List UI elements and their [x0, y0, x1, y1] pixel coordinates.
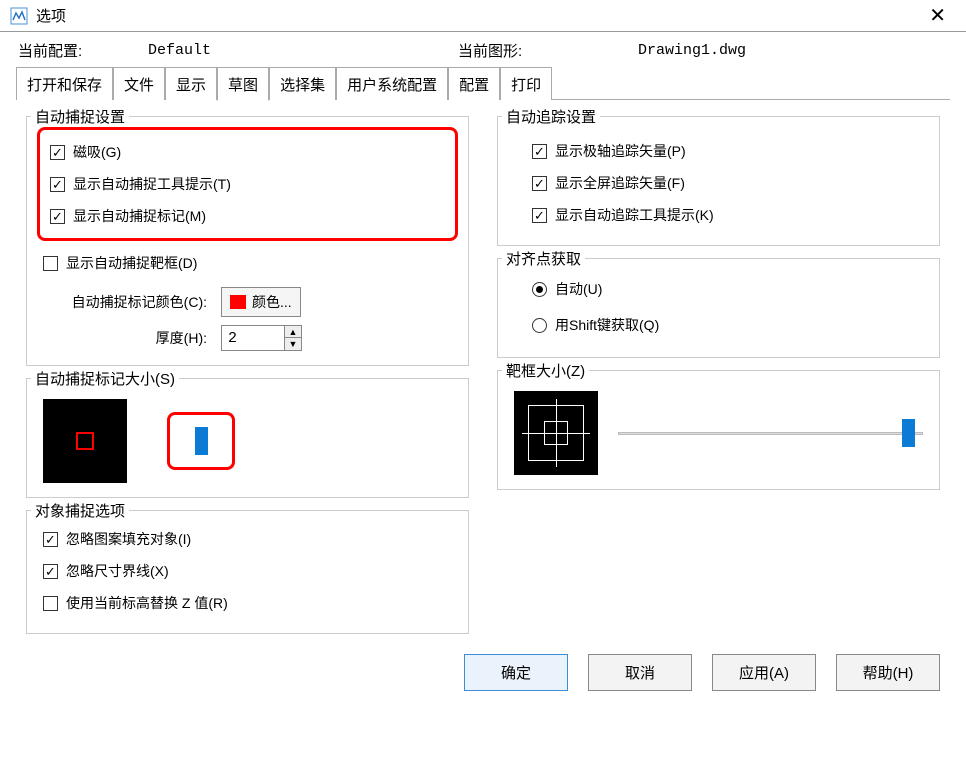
ignore-dim-label: 忽略尺寸界线(X) [66, 561, 169, 581]
replace-z-label: 使用当前标高替换 Z 值(R) [66, 593, 228, 613]
autosnap-aperture-checkbox[interactable] [43, 256, 58, 271]
aperture-size-group: 靶框大小(Z) [497, 370, 940, 490]
tab-file[interactable]: 文件 [113, 67, 165, 100]
aperture-size-slider[interactable] [618, 421, 923, 445]
tab-open-save[interactable]: 打开和保存 [16, 67, 113, 100]
aperture-size-preview [514, 391, 598, 475]
magnet-checkbox[interactable] [50, 145, 65, 160]
marker-size-slider[interactable] [200, 429, 202, 453]
autosnap-tooltip-label: 显示自动捕捉工具提示(T) [73, 174, 231, 194]
help-button[interactable]: 帮助(H) [836, 654, 940, 691]
autotrack-tooltip-checkbox[interactable] [532, 208, 547, 223]
current-profile-label: 当前配置: [18, 40, 108, 61]
close-icon[interactable]: ✕ [919, 0, 956, 32]
highlighted-marker-slider [167, 412, 235, 470]
polar-track-label: 显示极轴追踪矢量(P) [555, 141, 686, 161]
alignment-group: 对齐点获取 自动(U) 用Shift键获取(Q) [497, 258, 940, 358]
autotrack-legend: 自动追踪设置 [502, 106, 600, 127]
window-title: 选项 [36, 5, 66, 26]
osnap-options-group: 对象捕捉选项 忽略图案填充对象(I) 忽略尺寸界线(X) 使用当前标高替换 Z … [26, 510, 469, 634]
tabs: 打开和保存 文件 显示 草图 选择集 用户系统配置 配置 打印 [0, 67, 966, 100]
ignore-hatch-checkbox[interactable] [43, 532, 58, 547]
autosnap-marker-label: 显示自动捕捉标记(M) [73, 206, 206, 226]
tab-sketch[interactable]: 草图 [217, 67, 269, 101]
tab-display[interactable]: 显示 [165, 67, 217, 100]
alignment-auto-radio[interactable] [532, 282, 547, 297]
marker-size-group: 自动捕捉标记大小(S) [26, 378, 469, 498]
aperture-grid-icon [522, 399, 590, 467]
slider-thumb-icon[interactable] [195, 427, 208, 455]
ok-button[interactable]: 确定 [464, 654, 568, 691]
color-btn-label: 颜色... [252, 292, 292, 312]
fullscreen-track-checkbox[interactable] [532, 176, 547, 191]
alignment-auto-label: 自动(U) [555, 279, 602, 299]
magnet-label: 磁吸(G) [73, 142, 121, 162]
tab-print[interactable]: 打印 [500, 67, 552, 100]
fullscreen-track-label: 显示全屏追踪矢量(F) [555, 173, 685, 193]
apply-button[interactable]: 应用(A) [712, 654, 816, 691]
thickness-down-icon[interactable]: ▼ [285, 338, 301, 350]
marker-size-legend: 自动捕捉标记大小(S) [31, 368, 179, 389]
marker-size-preview [43, 399, 127, 483]
slider-thumb-icon[interactable] [902, 419, 915, 447]
autotrack-tooltip-label: 显示自动追踪工具提示(K) [555, 205, 714, 225]
polar-track-checkbox[interactable] [532, 144, 547, 159]
current-profile-value: Default [148, 42, 428, 59]
cancel-button[interactable]: 取消 [588, 654, 692, 691]
marker-color-label: 自动捕捉标记颜色(C): [43, 292, 213, 312]
autosnap-aperture-label: 显示自动捕捉靶框(D) [66, 253, 197, 273]
autosnap-legend: 自动捕捉设置 [31, 106, 129, 127]
autotrack-group: 自动追踪设置 显示极轴追踪矢量(P) 显示全屏追踪矢量(F) 显示自动追踪工具提… [497, 116, 940, 246]
ignore-dim-checkbox[interactable] [43, 564, 58, 579]
replace-z-checkbox[interactable] [43, 596, 58, 611]
osnap-options-legend: 对象捕捉选项 [31, 500, 129, 521]
marker-square-icon [76, 432, 94, 450]
thickness-spinner[interactable]: ▲ ▼ [221, 325, 302, 351]
highlighted-autosnap-checks: 磁吸(G) 显示自动捕捉工具提示(T) 显示自动捕捉标记(M) [37, 127, 458, 241]
alignment-shift-radio[interactable] [532, 318, 547, 333]
aperture-size-legend: 靶框大小(Z) [502, 360, 589, 381]
autosnap-marker-checkbox[interactable] [50, 209, 65, 224]
thickness-input[interactable] [222, 326, 284, 350]
tab-selection[interactable]: 选择集 [269, 67, 336, 100]
tab-user-prefs[interactable]: 用户系统配置 [336, 67, 448, 100]
alignment-legend: 对齐点获取 [502, 248, 585, 269]
color-swatch-icon [230, 295, 246, 309]
tab-profiles[interactable]: 配置 [448, 67, 500, 100]
current-drawing-label: 当前图形: [458, 40, 548, 61]
marker-color-button[interactable]: 颜色... [221, 287, 301, 317]
current-drawing-value: Drawing1.dwg [638, 42, 746, 59]
thickness-label: 厚度(H): [43, 328, 213, 348]
app-icon [10, 7, 28, 25]
ignore-hatch-label: 忽略图案填充对象(I) [66, 529, 191, 549]
autosnap-group: 自动捕捉设置 磁吸(G) 显示自动捕捉工具提示(T) 显示自动捕捉标记(M) [26, 116, 469, 366]
thickness-up-icon[interactable]: ▲ [285, 326, 301, 338]
autosnap-tooltip-checkbox[interactable] [50, 177, 65, 192]
alignment-shift-label: 用Shift键获取(Q) [555, 315, 659, 335]
